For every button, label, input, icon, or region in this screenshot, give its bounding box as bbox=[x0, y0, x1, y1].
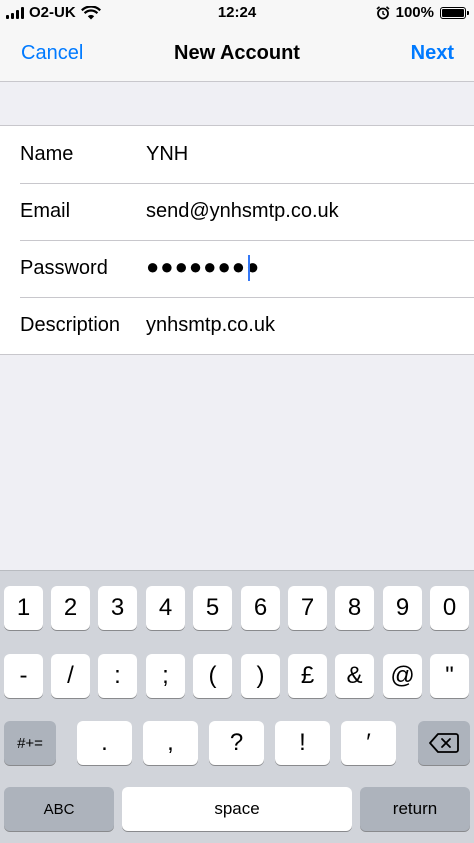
password-input[interactable]: ●●●●●●●● bbox=[146, 254, 260, 280]
key-apostrophe[interactable]: ′ bbox=[341, 721, 396, 765]
page-title: New Account bbox=[174, 42, 300, 64]
key-period[interactable]: . bbox=[77, 721, 132, 765]
key-3[interactable]: 3 bbox=[98, 586, 137, 630]
name-input[interactable]: YNH bbox=[146, 143, 188, 166]
battery-percent: 100% bbox=[395, 4, 434, 21]
abc-key[interactable]: ABC bbox=[4, 787, 114, 831]
key-0[interactable]: 0 bbox=[430, 586, 469, 630]
key-5[interactable]: 5 bbox=[193, 586, 232, 630]
key-slash[interactable]: / bbox=[51, 654, 90, 698]
keyboard: 1 2 3 4 5 6 7 8 9 0 - / : ; ( ) £ & @ " … bbox=[0, 570, 474, 843]
key-close-paren[interactable]: ) bbox=[241, 654, 280, 698]
name-field[interactable]: Name YNH bbox=[0, 126, 474, 183]
status-right: 100% bbox=[376, 4, 469, 21]
navigation-bar: Cancel New Account Next bbox=[0, 26, 474, 82]
key-question[interactable]: ? bbox=[209, 721, 264, 765]
description-label: Description bbox=[20, 314, 121, 336]
key-8[interactable]: 8 bbox=[335, 586, 374, 630]
email-field[interactable]: Email send@ynhsmtp.co.uk bbox=[0, 183, 474, 240]
battery-tip bbox=[467, 10, 469, 15]
alarm-icon bbox=[376, 5, 390, 19]
status-bar: O2-UK 12:24 100% bbox=[0, 0, 474, 26]
key-exclamation[interactable]: ! bbox=[275, 721, 330, 765]
key-colon[interactable]: : bbox=[98, 654, 137, 698]
password-label: Password bbox=[20, 257, 108, 279]
email-label: Email bbox=[20, 200, 71, 222]
description-field[interactable]: Description ynhsmtp.co.uk bbox=[0, 297, 474, 354]
new-account-screen: O2-UK 12:24 100% Cancel New Account Next… bbox=[0, 0, 474, 843]
key-quote[interactable]: " bbox=[430, 654, 469, 698]
battery-fill bbox=[442, 8, 464, 17]
text-cursor bbox=[248, 255, 250, 281]
description-input[interactable]: ynhsmtp.co.uk bbox=[146, 314, 275, 337]
key-open-paren[interactable]: ( bbox=[193, 654, 232, 698]
backspace-icon bbox=[429, 733, 459, 753]
key-pound[interactable]: £ bbox=[288, 654, 327, 698]
key-hyphen[interactable]: - bbox=[4, 654, 43, 698]
key-4[interactable]: 4 bbox=[146, 586, 185, 630]
key-2[interactable]: 2 bbox=[51, 586, 90, 630]
account-form: Name YNH Email send@ynhsmtp.co.uk Passwo… bbox=[0, 125, 474, 355]
key-ampersand[interactable]: & bbox=[335, 654, 374, 698]
key-6[interactable]: 6 bbox=[241, 586, 280, 630]
key-9[interactable]: 9 bbox=[383, 586, 422, 630]
key-7[interactable]: 7 bbox=[288, 586, 327, 630]
key-comma[interactable]: , bbox=[143, 721, 198, 765]
space-key[interactable]: space bbox=[122, 787, 352, 831]
return-key[interactable]: return bbox=[360, 787, 470, 831]
key-1[interactable]: 1 bbox=[4, 586, 43, 630]
key-semicolon[interactable]: ; bbox=[146, 654, 185, 698]
password-field[interactable]: Password ●●●●●●●● bbox=[0, 240, 474, 297]
name-label: Name bbox=[20, 143, 74, 165]
key-at[interactable]: @ bbox=[383, 654, 422, 698]
key-symbols[interactable]: #+= bbox=[4, 721, 56, 765]
email-input[interactable]: send@ynhsmtp.co.uk bbox=[146, 200, 339, 223]
battery-icon bbox=[440, 6, 469, 19]
next-button[interactable]: Next bbox=[411, 42, 454, 65]
delete-key[interactable] bbox=[418, 721, 470, 765]
